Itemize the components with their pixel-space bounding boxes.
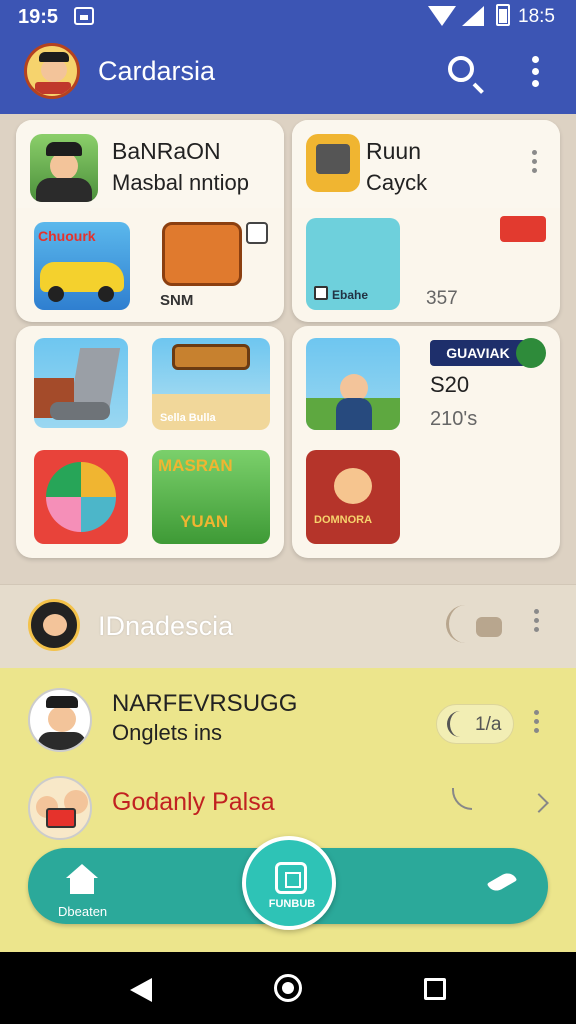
card-subtitle: Cayck [366, 170, 428, 195]
bracket-icon [446, 605, 466, 643]
bracket-icon [447, 711, 461, 737]
game-tile-badge[interactable]: SNM [156, 220, 272, 310]
card-games[interactable]: Sella Bulla MASRAN YUAN [16, 326, 284, 558]
game-tile-beach[interactable]: Sella Bulla [152, 338, 270, 430]
card-guaviak[interactable]: GUAVIAK S20 210's DOMNORA [292, 326, 560, 558]
arc-icon [452, 788, 472, 810]
signal-icon [462, 6, 484, 26]
send-icon[interactable] [484, 869, 518, 895]
card-subtitle: Masbal nntiop [112, 170, 249, 195]
game-tile-palm[interactable] [306, 338, 400, 430]
card-value: S20 [430, 372, 470, 397]
game-tile-house[interactable] [34, 338, 128, 428]
more-options-icon[interactable] [532, 56, 540, 88]
card-thumbnail [30, 134, 98, 202]
status-time: 19:5 [18, 6, 59, 28]
game-tile-road[interactable]: MASRAN YUAN [152, 450, 270, 544]
photo-icon [275, 862, 307, 894]
system-navigation-bar [0, 952, 576, 1024]
fab-label: FUNBUB [268, 898, 316, 910]
app-bar: Cardarsia [0, 34, 576, 114]
chevron-right-icon[interactable] [529, 793, 549, 813]
list-item-subtitle: Onglets ins [112, 720, 223, 745]
row-menu-icon[interactable] [534, 609, 540, 636]
game-tile-teal[interactable]: Ebahe [306, 218, 400, 310]
fab-button[interactable]: FUNBUB [242, 836, 336, 930]
status-time-right: 18:5 [518, 6, 555, 27]
home-label[interactable]: Dbeaten [58, 904, 107, 919]
game-tile-taxi[interactable]: Chuourk [34, 222, 130, 310]
card-count: 357 [426, 288, 458, 309]
battery-icon [496, 4, 510, 26]
card-title: BaNRaON [112, 138, 221, 164]
status-bar: 19:5 18:5 [0, 0, 576, 34]
badge-icon [516, 338, 546, 368]
list-item[interactable]: NARFEVRSUGG Onglets ins 1/a [0, 678, 576, 770]
guaviak-badge: GUAVIAK [430, 340, 526, 366]
game-tile-swirl[interactable] [34, 450, 128, 544]
notification-icon [74, 7, 94, 25]
card-banraon[interactable]: BaNRaON Masbal nntiop Chuourk SNM [16, 120, 284, 322]
list-item-title: NARFEVRSUGG [112, 690, 298, 717]
search-icon[interactable] [448, 56, 474, 82]
card-value-secondary: 210's [430, 408, 478, 430]
app-title: Cardarsia [98, 56, 216, 86]
game-tile-domnora[interactable]: DOMNORA [306, 450, 400, 544]
home-icon[interactable] [66, 864, 98, 896]
list-item-pill[interactable]: 1/a [436, 704, 514, 744]
list-row-label: IDnadescia [98, 611, 234, 641]
card-title: Ruun [366, 138, 421, 164]
card-thumbnail [306, 134, 360, 192]
list-item-title: Godanly Palsa [112, 788, 275, 816]
avatar [28, 688, 92, 752]
back-icon[interactable] [130, 978, 152, 1002]
badge-icon [500, 216, 546, 242]
home-button-icon[interactable] [274, 974, 302, 1002]
list-row-idnadescia[interactable]: IDnadescia [0, 584, 576, 668]
puzzle-icon[interactable] [476, 617, 502, 637]
recents-icon[interactable] [424, 978, 446, 1000]
cards-grid: BaNRaON Masbal nntiop Chuourk SNM Ruun C… [0, 114, 576, 584]
card-menu-icon[interactable] [532, 150, 538, 177]
avatar [28, 776, 92, 840]
card-ruun[interactable]: Ruun Cayck Ebahe 357 [292, 120, 560, 322]
profile-avatar[interactable] [24, 43, 80, 99]
avatar [28, 599, 80, 651]
wifi-icon [428, 6, 456, 26]
item-menu-icon[interactable] [534, 710, 540, 737]
